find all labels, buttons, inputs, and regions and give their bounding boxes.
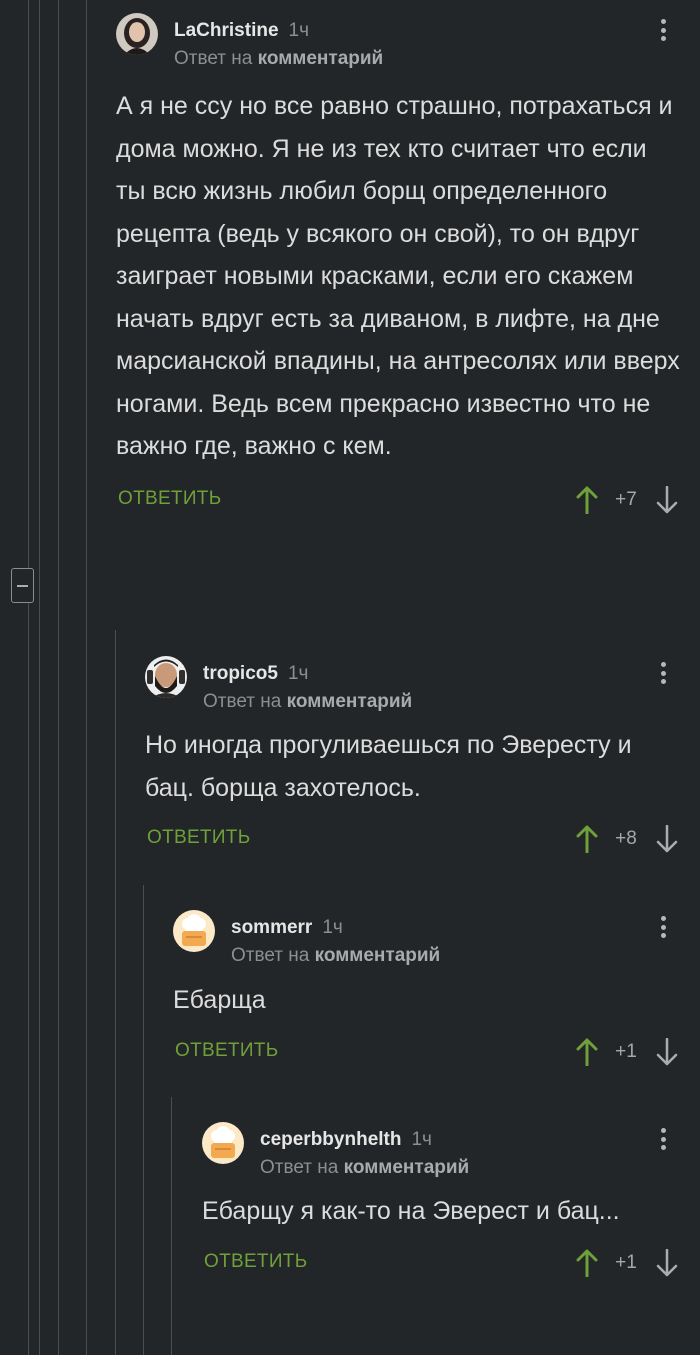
upvote-arrow-icon[interactable] (576, 486, 598, 514)
author-name[interactable]: tropico5 (203, 663, 278, 684)
vote-control: +8 (576, 821, 678, 857)
avatar-woman-icon (116, 13, 158, 55)
comment-time: 1ч (288, 20, 309, 41)
comment: ceperbbynhelth 1ч Ответ на комментарий Еб… (202, 1119, 700, 1291)
comment-author[interactable]: LaChristine 1ч (174, 20, 309, 42)
author-name[interactable]: sommerr (231, 917, 312, 938)
vote-score: +8 (615, 828, 637, 849)
vote-control: +7 (576, 482, 678, 518)
comment-text: А я не ссу но все равно страшно, потраха… (116, 92, 680, 460)
avatar[interactable] (145, 656, 187, 698)
comment: tropico5 1ч Ответ на комментарий Но иногд… (145, 653, 700, 867)
vote-control: +1 (576, 1245, 678, 1281)
comment: LaChristine 1ч Ответ на комментарий А я н… (116, 10, 700, 528)
avatar-default-chef-icon (173, 910, 215, 952)
comment-header: tropico5 1ч Ответ на комментарий (145, 653, 700, 712)
comment-author[interactable]: ceperbbynhelth 1ч (260, 1129, 432, 1151)
more-options-icon[interactable] (658, 15, 668, 45)
downvote-arrow-icon[interactable] (656, 825, 678, 853)
reply-to-link[interactable]: комментарий (287, 691, 413, 712)
reply-to-prefix: Ответ на (203, 691, 282, 712)
thread-line[interactable] (39, 0, 40, 1355)
thread-line[interactable] (115, 630, 116, 1355)
reply-button[interactable]: ОТВЕТИТЬ (118, 488, 221, 510)
reply-to-prefix: Ответ на (231, 945, 310, 966)
comment-actions: ОТВЕТИТЬ +7 (116, 485, 700, 528)
comment-actions: ОТВЕТИТЬ +8 (145, 825, 700, 867)
reply-to-prefix: Ответ на (174, 48, 253, 69)
vote-control: +1 (576, 1034, 678, 1070)
reply-button[interactable]: ОТВЕТИТЬ (175, 1040, 278, 1062)
avatar-default-chef-icon (202, 1122, 244, 1164)
comment-actions: ОТВЕТИТЬ +1 (202, 1248, 700, 1291)
comment-text: Ебарща (173, 986, 266, 1014)
comment-author[interactable]: tropico5 1ч (203, 663, 308, 685)
reply-to-line: Ответ на комментарий (231, 945, 440, 967)
minus-icon (17, 584, 28, 587)
upvote-arrow-icon[interactable] (576, 1249, 598, 1277)
reply-to-link[interactable]: комментарий (315, 945, 441, 966)
upvote-arrow-icon[interactable] (576, 825, 598, 853)
comment-author[interactable]: sommerr 1ч (231, 917, 343, 939)
comment-time: 1ч (322, 917, 343, 938)
reply-to-line: Ответ на комментарий (260, 1157, 469, 1179)
comment: sommerr 1ч Ответ на комментарий Ебарща ОТ… (173, 907, 700, 1080)
author-name[interactable]: ceperbbynhelth (260, 1129, 401, 1150)
comment-thread: LaChristine 1ч Ответ на комментарий А я н… (0, 0, 700, 1355)
downvote-arrow-icon[interactable] (656, 485, 678, 514)
avatar[interactable] (116, 13, 158, 55)
reply-to-line: Ответ на комментарий (174, 48, 383, 70)
comment-header: sommerr 1ч Ответ на комментарий (173, 907, 700, 966)
downvote-arrow-icon[interactable] (656, 1037, 678, 1066)
upvote-arrow-icon[interactable] (576, 1038, 598, 1066)
thread-line[interactable] (171, 1097, 172, 1355)
comment-text: Ебарщу я как-то на Эверест и бац... (202, 1197, 620, 1225)
comment-actions: ОТВЕТИТЬ +1 (173, 1037, 700, 1080)
avatar[interactable] (173, 910, 215, 952)
vote-score: +7 (615, 488, 637, 510)
comment-header: LaChristine 1ч Ответ на комментарий (116, 10, 700, 69)
comment-header: ceperbbynhelth 1ч Ответ на комментарий (202, 1119, 700, 1178)
comment-time: 1ч (411, 1129, 432, 1150)
collapse-thread-button[interactable] (11, 568, 34, 603)
vote-score: +1 (615, 1040, 637, 1062)
more-options-icon[interactable] (658, 1124, 668, 1154)
thread-line[interactable] (86, 0, 87, 1355)
reply-to-link[interactable]: комментарий (258, 48, 384, 69)
reply-to-link[interactable]: комментарий (344, 1157, 470, 1178)
avatar-bearded-man-icon (145, 656, 187, 698)
reply-button[interactable]: ОТВЕТИТЬ (147, 827, 250, 849)
comment-text: Но иногда прогуливаешься по Эвересту и б… (145, 731, 632, 802)
avatar[interactable] (202, 1122, 244, 1164)
more-options-icon[interactable] (658, 658, 668, 688)
reply-button[interactable]: ОТВЕТИТЬ (204, 1251, 307, 1273)
thread-line[interactable] (28, 0, 29, 1355)
comment-time: 1ч (287, 663, 309, 684)
reply-to-line: Ответ на комментарий (203, 691, 412, 713)
thread-line[interactable] (58, 0, 59, 1355)
vote-score: +1 (615, 1251, 637, 1273)
reply-to-prefix: Ответ на (260, 1157, 339, 1178)
author-name[interactable]: LaChristine (174, 20, 279, 41)
more-options-icon[interactable] (658, 912, 668, 942)
downvote-arrow-icon[interactable] (656, 1248, 678, 1277)
thread-line[interactable] (143, 885, 144, 1355)
